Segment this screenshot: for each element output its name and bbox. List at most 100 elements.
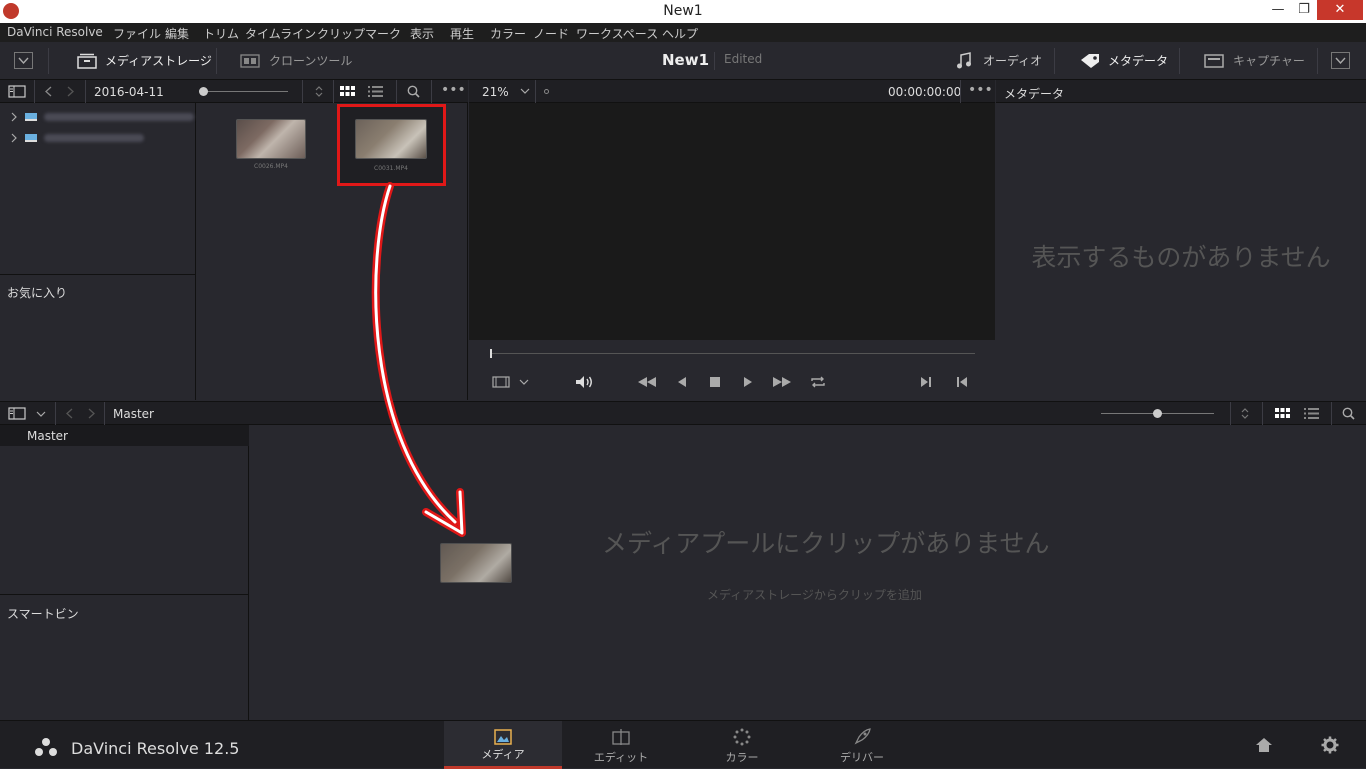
clip-thumbnail[interactable] xyxy=(236,119,306,159)
menu-mark[interactable]: マーク xyxy=(365,25,401,42)
clip-thumbnail-selected[interactable] xyxy=(355,119,427,159)
sort-icon[interactable] xyxy=(314,85,324,98)
app-name: DaVinci Resolve 12.5 xyxy=(71,739,240,758)
chevron-down-icon[interactable] xyxy=(520,88,530,95)
zoom-level[interactable]: 21% xyxy=(482,85,509,99)
dragged-clip-thumbnail[interactable] xyxy=(440,543,512,583)
grid-view-icon[interactable] xyxy=(340,86,355,97)
panel-toggle-button[interactable] xyxy=(14,52,33,69)
jump-to-end-icon[interactable] xyxy=(772,376,792,388)
window-title: New1 xyxy=(663,3,703,19)
page-navigation-bar: DaVinci Resolve 12.5 メディア エディット カラー デリバー xyxy=(0,720,1366,769)
list-view-icon[interactable] xyxy=(368,86,383,97)
media-storage-button[interactable]: メディアストレージ xyxy=(105,52,212,69)
tab-deliver[interactable]: デリバー xyxy=(803,721,921,769)
viewer-options-icon[interactable]: ••• xyxy=(968,82,993,98)
tab-label: デリバー xyxy=(840,751,884,764)
menu-trim[interactable]: トリム xyxy=(203,25,239,42)
forward-icon[interactable] xyxy=(65,86,75,97)
bin-tree-panel: Master xyxy=(0,425,249,595)
stop-icon[interactable] xyxy=(709,376,721,388)
minimize-button[interactable]: — xyxy=(1265,0,1291,20)
jump-to-start-icon[interactable] xyxy=(637,376,657,388)
bin-item-master[interactable]: Master xyxy=(0,425,249,446)
menu-edit[interactable]: 編集 xyxy=(165,25,189,42)
clip-name: C0031.MP4 xyxy=(374,165,408,172)
chevron-down-icon xyxy=(18,57,29,65)
scrubber-bar[interactable] xyxy=(490,353,975,354)
chevron-down-icon[interactable] xyxy=(36,411,46,418)
grid-view-icon[interactable] xyxy=(1275,408,1290,419)
close-button[interactable]: ✕ xyxy=(1317,0,1363,20)
current-folder: 2016-04-11 xyxy=(94,85,164,99)
sidebar-toggle-icon[interactable] xyxy=(8,85,26,98)
loop-icon[interactable] xyxy=(809,375,827,389)
media-storage-header: 2016-04-11 ••• xyxy=(0,80,468,103)
back-icon[interactable] xyxy=(44,86,54,97)
inspector-toggle-button[interactable] xyxy=(1331,52,1350,69)
media-page-icon xyxy=(494,729,512,745)
options-more-icon[interactable]: ••• xyxy=(441,82,466,98)
thumbnail-size-slider[interactable] xyxy=(199,87,288,96)
pool-thumbnail-slider[interactable] xyxy=(1101,409,1214,418)
menu-davinci[interactable]: DaVinci Resolve xyxy=(7,25,103,39)
audio-button[interactable]: オーディオ xyxy=(983,52,1042,69)
back-icon[interactable] xyxy=(65,408,75,419)
project-name: New1 xyxy=(662,51,710,69)
list-view-icon[interactable] xyxy=(1304,408,1319,419)
menu-file[interactable]: ファイル xyxy=(113,25,161,42)
restore-button[interactable]: ❐ xyxy=(1291,0,1317,20)
chevron-down-icon[interactable] xyxy=(519,379,529,386)
tab-media[interactable]: メディア xyxy=(444,721,562,769)
menu-help[interactable]: ヘルプ xyxy=(662,25,698,42)
tab-edit[interactable]: エディット xyxy=(562,721,680,769)
window-titlebar: New1 — ❐ ✕ xyxy=(0,0,1366,23)
smart-bins-label: スマートビン xyxy=(7,607,79,621)
mark-in-icon[interactable] xyxy=(920,376,932,388)
metadata-button[interactable]: メタデータ xyxy=(1108,52,1168,69)
main-toolbar: メディアストレージ クローンツール New1 Edited オーディオ メタデー… xyxy=(0,42,1366,80)
color-page-icon xyxy=(733,728,751,746)
storage-volume-1[interactable] xyxy=(8,110,194,124)
davinci-logo-icon xyxy=(35,738,57,756)
sort-icon[interactable] xyxy=(1240,407,1250,420)
capture-icon xyxy=(1204,54,1224,68)
favorites-panel: お気に入り xyxy=(0,275,196,400)
mark-out-icon[interactable] xyxy=(956,376,968,388)
project-status: Edited xyxy=(724,52,763,66)
viewer-canvas xyxy=(469,103,995,340)
menu-view[interactable]: 表示 xyxy=(410,25,434,42)
capture-button[interactable]: キャプチャー xyxy=(1233,52,1305,69)
menu-workspace[interactable]: ワークスペース xyxy=(576,25,658,42)
home-icon[interactable] xyxy=(1255,737,1273,753)
clip-view-icon[interactable] xyxy=(492,376,510,388)
settings-gear-icon[interactable] xyxy=(1321,736,1339,754)
chevron-right-icon xyxy=(11,112,17,122)
media-pool-header: Master xyxy=(0,401,1366,426)
storage-tree-panel xyxy=(0,103,196,275)
storage-volume-2[interactable] xyxy=(8,131,194,145)
edit-page-icon xyxy=(612,729,630,745)
metadata-header-label: メタデータ xyxy=(1004,87,1065,101)
deliver-page-icon xyxy=(854,728,871,745)
play-reverse-icon[interactable] xyxy=(676,376,688,388)
menu-color[interactable]: カラー xyxy=(490,25,526,42)
favorites-label: お気に入り xyxy=(7,286,68,300)
clone-tool-button[interactable]: クローンツール xyxy=(269,52,352,69)
forward-icon[interactable] xyxy=(86,408,96,419)
sidebar-toggle-icon[interactable] xyxy=(8,407,26,420)
menu-clip[interactable]: クリップ xyxy=(317,25,365,42)
status-dot-icon xyxy=(544,89,549,94)
search-icon[interactable] xyxy=(1342,407,1355,420)
slider-handle[interactable] xyxy=(1153,409,1162,418)
media-pool-area[interactable]: メディアプールにクリップがありません メディアストレージからクリップを追加 xyxy=(250,425,1366,720)
menu-timeline[interactable]: タイムライン xyxy=(245,25,316,42)
playhead[interactable] xyxy=(490,349,492,358)
tab-color[interactable]: カラー xyxy=(683,721,801,769)
slider-handle[interactable] xyxy=(199,87,208,96)
search-icon[interactable] xyxy=(407,85,420,98)
menu-node[interactable]: ノード xyxy=(533,25,569,42)
menu-playback[interactable]: 再生 xyxy=(450,25,474,42)
play-icon[interactable] xyxy=(742,376,754,388)
volume-icon[interactable] xyxy=(574,374,594,390)
